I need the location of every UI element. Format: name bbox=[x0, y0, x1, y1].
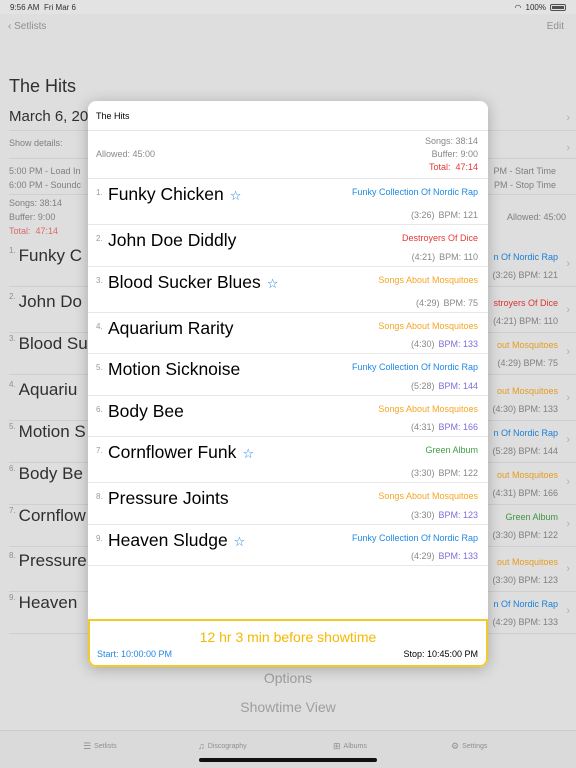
song-title: Heaven Sludge bbox=[108, 529, 228, 550]
song-title: Blood Sucker Blues bbox=[108, 271, 261, 292]
song-number: 4. bbox=[96, 321, 103, 331]
song-title: Cornflower Funk bbox=[108, 442, 237, 462]
album-name: Songs About Mosquitoes bbox=[378, 320, 478, 331]
song-bpm: BPM: 75 bbox=[443, 297, 478, 308]
song-number: 3. bbox=[96, 275, 103, 285]
song-number: 6. bbox=[96, 404, 103, 414]
song-row[interactable]: 5. Motion Sicknoise Funky Collection Of No… bbox=[88, 354, 488, 396]
song-list: 1. Funky Chicken ☆ Funky Collection Of Nord… bbox=[88, 179, 488, 566]
total-value: 47:14 bbox=[455, 162, 478, 172]
song-title-container: John Doe Diddly bbox=[108, 230, 236, 251]
song-duration: (3:30) bbox=[410, 509, 435, 520]
song-duration: (4:30) bbox=[410, 339, 435, 349]
song-meta: (5:28) BPM: 144 bbox=[411, 381, 478, 391]
song-row[interactable]: 8. Pressure Joints Songs About Mosquitoes (… bbox=[88, 483, 488, 525]
song-title-container: Body Bee bbox=[108, 401, 184, 422]
song-duration: (4:29) bbox=[415, 297, 440, 308]
song-bpm: BPM: 110 bbox=[439, 251, 478, 262]
album-name: Funky Collection Of Nordic Rap bbox=[351, 532, 478, 543]
song-duration: (3:30) bbox=[410, 468, 435, 478]
song-meta: (4:30) BPM: 133 bbox=[411, 339, 478, 349]
song-number: 9. bbox=[96, 533, 103, 543]
song-title: Aquarium Rarity bbox=[108, 317, 234, 338]
album-name: Destroyers Of Dice bbox=[401, 233, 478, 243]
total-label: Total: bbox=[428, 162, 451, 172]
song-bpm: BPM: 123 bbox=[438, 509, 478, 520]
song-duration: (4:29) bbox=[410, 551, 435, 561]
song-bpm: BPM: 144 bbox=[438, 380, 478, 391]
album-name: Funky Collection Of Nordic Rap bbox=[351, 187, 478, 197]
song-title: Funky Chicken bbox=[108, 184, 224, 204]
total-duration: Total: 47:14 bbox=[425, 161, 478, 174]
song-row[interactable]: 7. Cornflower Funk ☆ Green Album (3:30) BPM: … bbox=[88, 437, 488, 483]
song-title: Pressure Joints bbox=[108, 488, 229, 508]
song-duration: (4:21) bbox=[411, 251, 436, 262]
buffer-duration: Buffer: 9:00 bbox=[431, 149, 478, 159]
song-row[interactable]: 2. John Doe Diddly Destroyers Of Dice (4:21… bbox=[88, 225, 488, 267]
countdown-text: 12 hr 3 min before showtime bbox=[199, 629, 377, 645]
song-row[interactable]: 1. Funky Chicken ☆ Funky Collection Of Nord… bbox=[88, 179, 488, 225]
song-row[interactable]: 9. Heaven Sludge ☆ Funky Collection Of Nord… bbox=[88, 525, 488, 566]
song-meta: (3:26) BPM: 121 bbox=[411, 210, 478, 220]
song-title-container: Blood Sucker Blues ☆ bbox=[108, 272, 278, 293]
song-title-container: Pressure Joints bbox=[108, 488, 229, 509]
song-meta: (3:30) BPM: 123 bbox=[411, 510, 478, 520]
album-name: Songs About Mosquitoes bbox=[378, 491, 478, 501]
star-icon: ☆ bbox=[229, 188, 242, 203]
allowed-duration: Allowed: 45:00 bbox=[96, 149, 156, 159]
song-number: 5. bbox=[96, 363, 103, 372]
star-icon: ☆ bbox=[233, 533, 246, 549]
song-number: 2. bbox=[96, 234, 103, 243]
song-title: John Doe Diddly bbox=[108, 230, 237, 250]
album-name: Songs About Mosquitoes bbox=[378, 274, 478, 285]
album-name: Funky Collection Of Nordic Rap bbox=[351, 362, 478, 372]
song-title: Body Bee bbox=[108, 400, 184, 421]
song-title-container: Cornflower Funk ☆ bbox=[108, 442, 254, 463]
song-bpm: BPM: 121 bbox=[438, 210, 478, 220]
showtime-countdown-panel[interactable]: 12 hr 3 min before showtime Start: 10:00… bbox=[88, 619, 488, 667]
album-name: Songs About Mosquitoes bbox=[378, 403, 478, 414]
modal-title: The Hits bbox=[88, 101, 488, 131]
song-title-container: Funky Chicken ☆ bbox=[108, 184, 241, 205]
modal-summary: Allowed: 45:00 Songs: 38:14 Buffer: 9:00… bbox=[88, 131, 488, 179]
song-row[interactable]: 4. Aquarium Rarity Songs About Mosquitoes (… bbox=[88, 313, 488, 354]
song-meta: (4:29) BPM: 75 bbox=[416, 298, 478, 308]
song-bpm: BPM: 133 bbox=[438, 339, 478, 349]
song-row[interactable]: 6. Body Bee Songs About Mosquitoes (4:31) BP… bbox=[88, 396, 488, 437]
duration-stats: Songs: 38:14 Buffer: 9:00 Total: 47:14 bbox=[425, 135, 478, 174]
song-duration: (4:31) bbox=[410, 422, 435, 432]
song-number: 7. bbox=[96, 446, 103, 455]
setlist-preview-modal: The Hits Allowed: 45:00 Songs: 38:14 Buf… bbox=[88, 101, 488, 667]
song-row[interactable]: 3. Blood Sucker Blues ☆ Songs About Mosquit… bbox=[88, 267, 488, 313]
song-number: 1. bbox=[96, 188, 103, 197]
song-title: Motion Sicknoise bbox=[108, 359, 241, 379]
song-title-container: Heaven Sludge ☆ bbox=[108, 530, 245, 551]
start-time: Start: 10:00:00 PM bbox=[97, 649, 173, 659]
album-name: Green Album bbox=[425, 445, 478, 455]
song-bpm: BPM: 133 bbox=[438, 551, 478, 561]
songs-duration: Songs: 38:14 bbox=[424, 136, 478, 146]
star-icon: ☆ bbox=[242, 446, 255, 461]
song-title-container: Aquarium Rarity bbox=[108, 318, 233, 339]
song-meta: (4:21) BPM: 110 bbox=[412, 252, 478, 262]
song-meta: (4:29) BPM: 133 bbox=[411, 551, 478, 561]
song-number: 8. bbox=[96, 492, 103, 501]
song-duration: (5:28) bbox=[410, 380, 435, 391]
song-title-container: Motion Sicknoise bbox=[108, 359, 240, 380]
song-bpm: BPM: 122 bbox=[438, 468, 478, 478]
song-duration: (3:26) bbox=[410, 210, 435, 220]
stop-time: Stop: 10:45:00 PM bbox=[403, 649, 478, 659]
song-bpm: BPM: 166 bbox=[438, 422, 478, 432]
song-meta: (4:31) BPM: 166 bbox=[411, 422, 478, 432]
star-icon: ☆ bbox=[266, 275, 279, 291]
song-meta: (3:30) BPM: 122 bbox=[411, 468, 478, 478]
